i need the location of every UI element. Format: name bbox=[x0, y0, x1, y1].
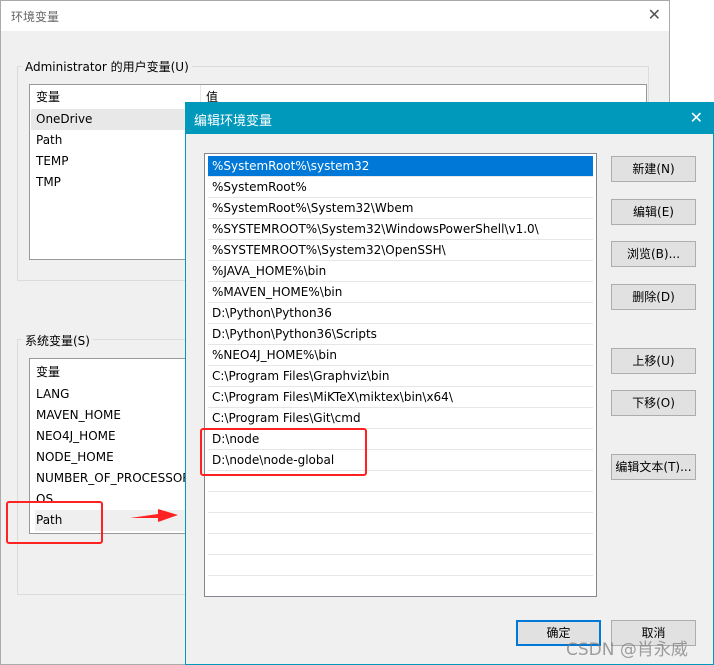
path-list[interactable]: %SystemRoot%\system32 %SystemRoot% %System… bbox=[204, 153, 597, 597]
browse-button[interactable]: 浏览(B)... bbox=[611, 241, 696, 267]
list-item[interactable]: MAVEN_HOME bbox=[36, 405, 121, 426]
edit-button[interactable]: 编辑(E) bbox=[611, 199, 696, 225]
dialog-title: 编辑环境变量 bbox=[186, 103, 713, 134]
path-item[interactable]: %SystemRoot%\system32 bbox=[208, 156, 593, 177]
path-item[interactable]: %SYSTEMROOT%\System32\WindowsPowerShell\… bbox=[208, 219, 593, 240]
highlight-box bbox=[200, 428, 367, 476]
path-item[interactable]: C:\Program Files\Graphviz\bin bbox=[208, 366, 593, 387]
list-item[interactable]: TEMP bbox=[36, 151, 69, 172]
path-item[interactable]: %MAVEN_HOME%\bin bbox=[208, 282, 593, 303]
highlight-box bbox=[6, 501, 103, 544]
list-item[interactable]: LANG bbox=[36, 384, 69, 405]
new-button[interactable]: 新建(N) bbox=[611, 156, 696, 182]
path-item[interactable]: %SYSTEMROOT%\System32\OpenSSH\ bbox=[208, 240, 593, 261]
column-header-variable[interactable]: 变量 bbox=[36, 362, 60, 383]
column-header-variable[interactable]: 变量 bbox=[36, 87, 60, 108]
list-item[interactable]: NODE_HOME bbox=[36, 447, 114, 468]
path-item[interactable]: %JAVA_HOME%\bin bbox=[208, 261, 593, 282]
path-item[interactable]: D:\Python\Python36\Scripts bbox=[208, 324, 593, 345]
close-icon[interactable]: ✕ bbox=[648, 5, 661, 24]
move-up-button[interactable]: 上移(U) bbox=[611, 348, 696, 374]
list-item[interactable]: NEO4J_HOME bbox=[36, 426, 116, 447]
empty-path-row[interactable] bbox=[208, 555, 593, 576]
delete-button[interactable]: 删除(D) bbox=[611, 284, 696, 310]
empty-path-row[interactable] bbox=[208, 534, 593, 555]
user-vars-label: Administrator 的用户变量(U) bbox=[22, 58, 192, 75]
path-item[interactable]: %SystemRoot% bbox=[208, 177, 593, 198]
close-icon[interactable]: ✕ bbox=[690, 108, 703, 127]
list-item[interactable]: Path bbox=[36, 130, 62, 151]
path-item[interactable]: C:\Program Files\MiKTeX\miktex\bin\x64\ bbox=[208, 387, 593, 408]
arrow-icon bbox=[130, 509, 178, 522]
path-item[interactable]: %SystemRoot%\System32\Wbem bbox=[208, 198, 593, 219]
edit-text-button[interactable]: 编辑文本(T)... bbox=[611, 454, 696, 480]
empty-path-row[interactable] bbox=[208, 513, 593, 534]
list-item[interactable]: TMP bbox=[36, 172, 61, 193]
list-item[interactable]: OneDrive bbox=[36, 109, 92, 130]
path-item[interactable]: C:\Program Files\Git\cmd bbox=[208, 408, 593, 429]
edit-env-variable-dialog: 编辑环境变量 ✕ %SystemRoot%\system32 %SystemRoo… bbox=[185, 102, 714, 665]
system-vars-label: 系统变量(S) bbox=[22, 332, 93, 349]
watermark: CSDN @肖永威 bbox=[566, 640, 688, 660]
move-down-button[interactable]: 下移(O) bbox=[611, 390, 696, 416]
window-title: 环境变量 bbox=[1, 1, 669, 31]
empty-path-row[interactable] bbox=[208, 492, 593, 513]
path-item[interactable]: D:\Python\Python36 bbox=[208, 303, 593, 324]
list-item[interactable]: NUMBER_OF_PROCESSORS bbox=[36, 468, 198, 489]
path-item[interactable]: %NEO4J_HOME%\bin bbox=[208, 345, 593, 366]
